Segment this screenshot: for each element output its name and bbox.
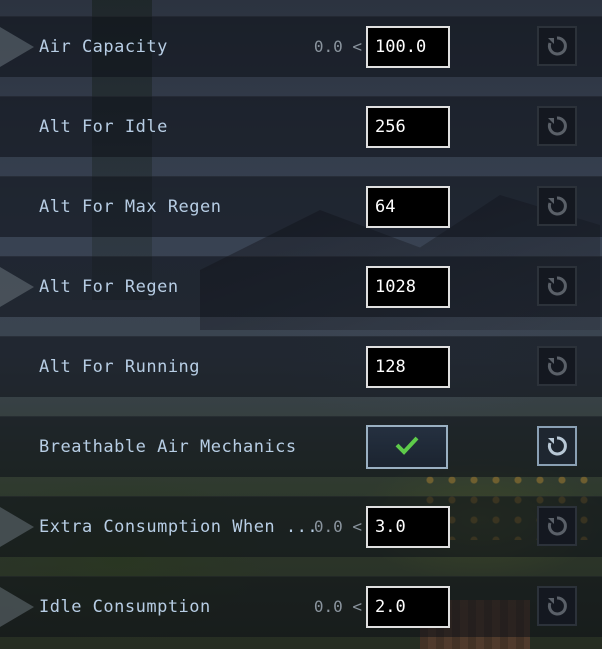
min-value-hint: 0.0 < [313,517,362,536]
config-label: Extra Consumption When ... [39,517,319,537]
config-row-alt-for-regen: Alt For Regen 1028 [0,256,602,317]
config-row-alt-for-idle: Alt For Idle 256 [0,96,602,157]
config-label: Alt For Idle [39,117,168,137]
expand-arrow-icon[interactable] [0,587,34,627]
reset-button[interactable] [537,426,577,466]
value-input[interactable]: 256 [366,106,450,148]
min-value-hint: 0.0 < [313,597,362,616]
config-row-alt-for-max-regen: Alt For Max Regen 64 [0,176,602,237]
reset-button[interactable] [537,26,577,66]
reset-button[interactable] [537,506,577,546]
config-row-extra-consumption: Extra Consumption When ... 0.0 < 3.0 [0,496,602,557]
reset-icon [546,35,568,57]
config-label: Air Capacity [39,37,168,57]
config-label: Breathable Air Mechanics [39,437,297,457]
expand-arrow-icon[interactable] [0,507,34,547]
config-row-idle-consumption: Idle Consumption 0.0 < 2.0 [0,576,602,637]
value-input[interactable]: 3.0 [366,506,450,548]
value-input[interactable]: 128 [366,346,450,388]
reset-icon [546,275,568,297]
reset-button[interactable] [537,106,577,146]
reset-icon [546,595,568,617]
reset-button[interactable] [537,186,577,226]
expand-arrow-icon[interactable] [0,267,34,307]
config-label: Idle Consumption [39,597,211,617]
config-label: Alt For Running [39,357,201,377]
reset-button[interactable] [537,586,577,626]
value-input[interactable]: 64 [366,186,450,228]
reset-button[interactable] [537,266,577,306]
config-row-alt-for-running: Alt For Running 128 [0,336,602,397]
reset-icon [546,515,568,537]
config-row-breathable-air-mechanics: Breathable Air Mechanics [0,416,602,477]
expand-arrow-icon[interactable] [0,27,34,67]
reset-icon [546,435,568,457]
reset-icon [546,115,568,137]
reset-icon [546,355,568,377]
config-row-air-capacity: Air Capacity 0.0 < 100.0 [0,16,602,77]
reset-button[interactable] [537,346,577,386]
config-label: Alt For Regen [39,277,179,297]
config-label: Alt For Max Regen [39,197,222,217]
min-value-hint: 0.0 < [313,37,362,56]
value-input[interactable]: 2.0 [366,586,450,628]
value-input[interactable]: 1028 [366,266,450,308]
reset-icon [546,195,568,217]
value-input[interactable]: 100.0 [366,26,450,68]
checkmark-icon [394,435,420,459]
toggle-checkbox[interactable] [366,425,448,469]
